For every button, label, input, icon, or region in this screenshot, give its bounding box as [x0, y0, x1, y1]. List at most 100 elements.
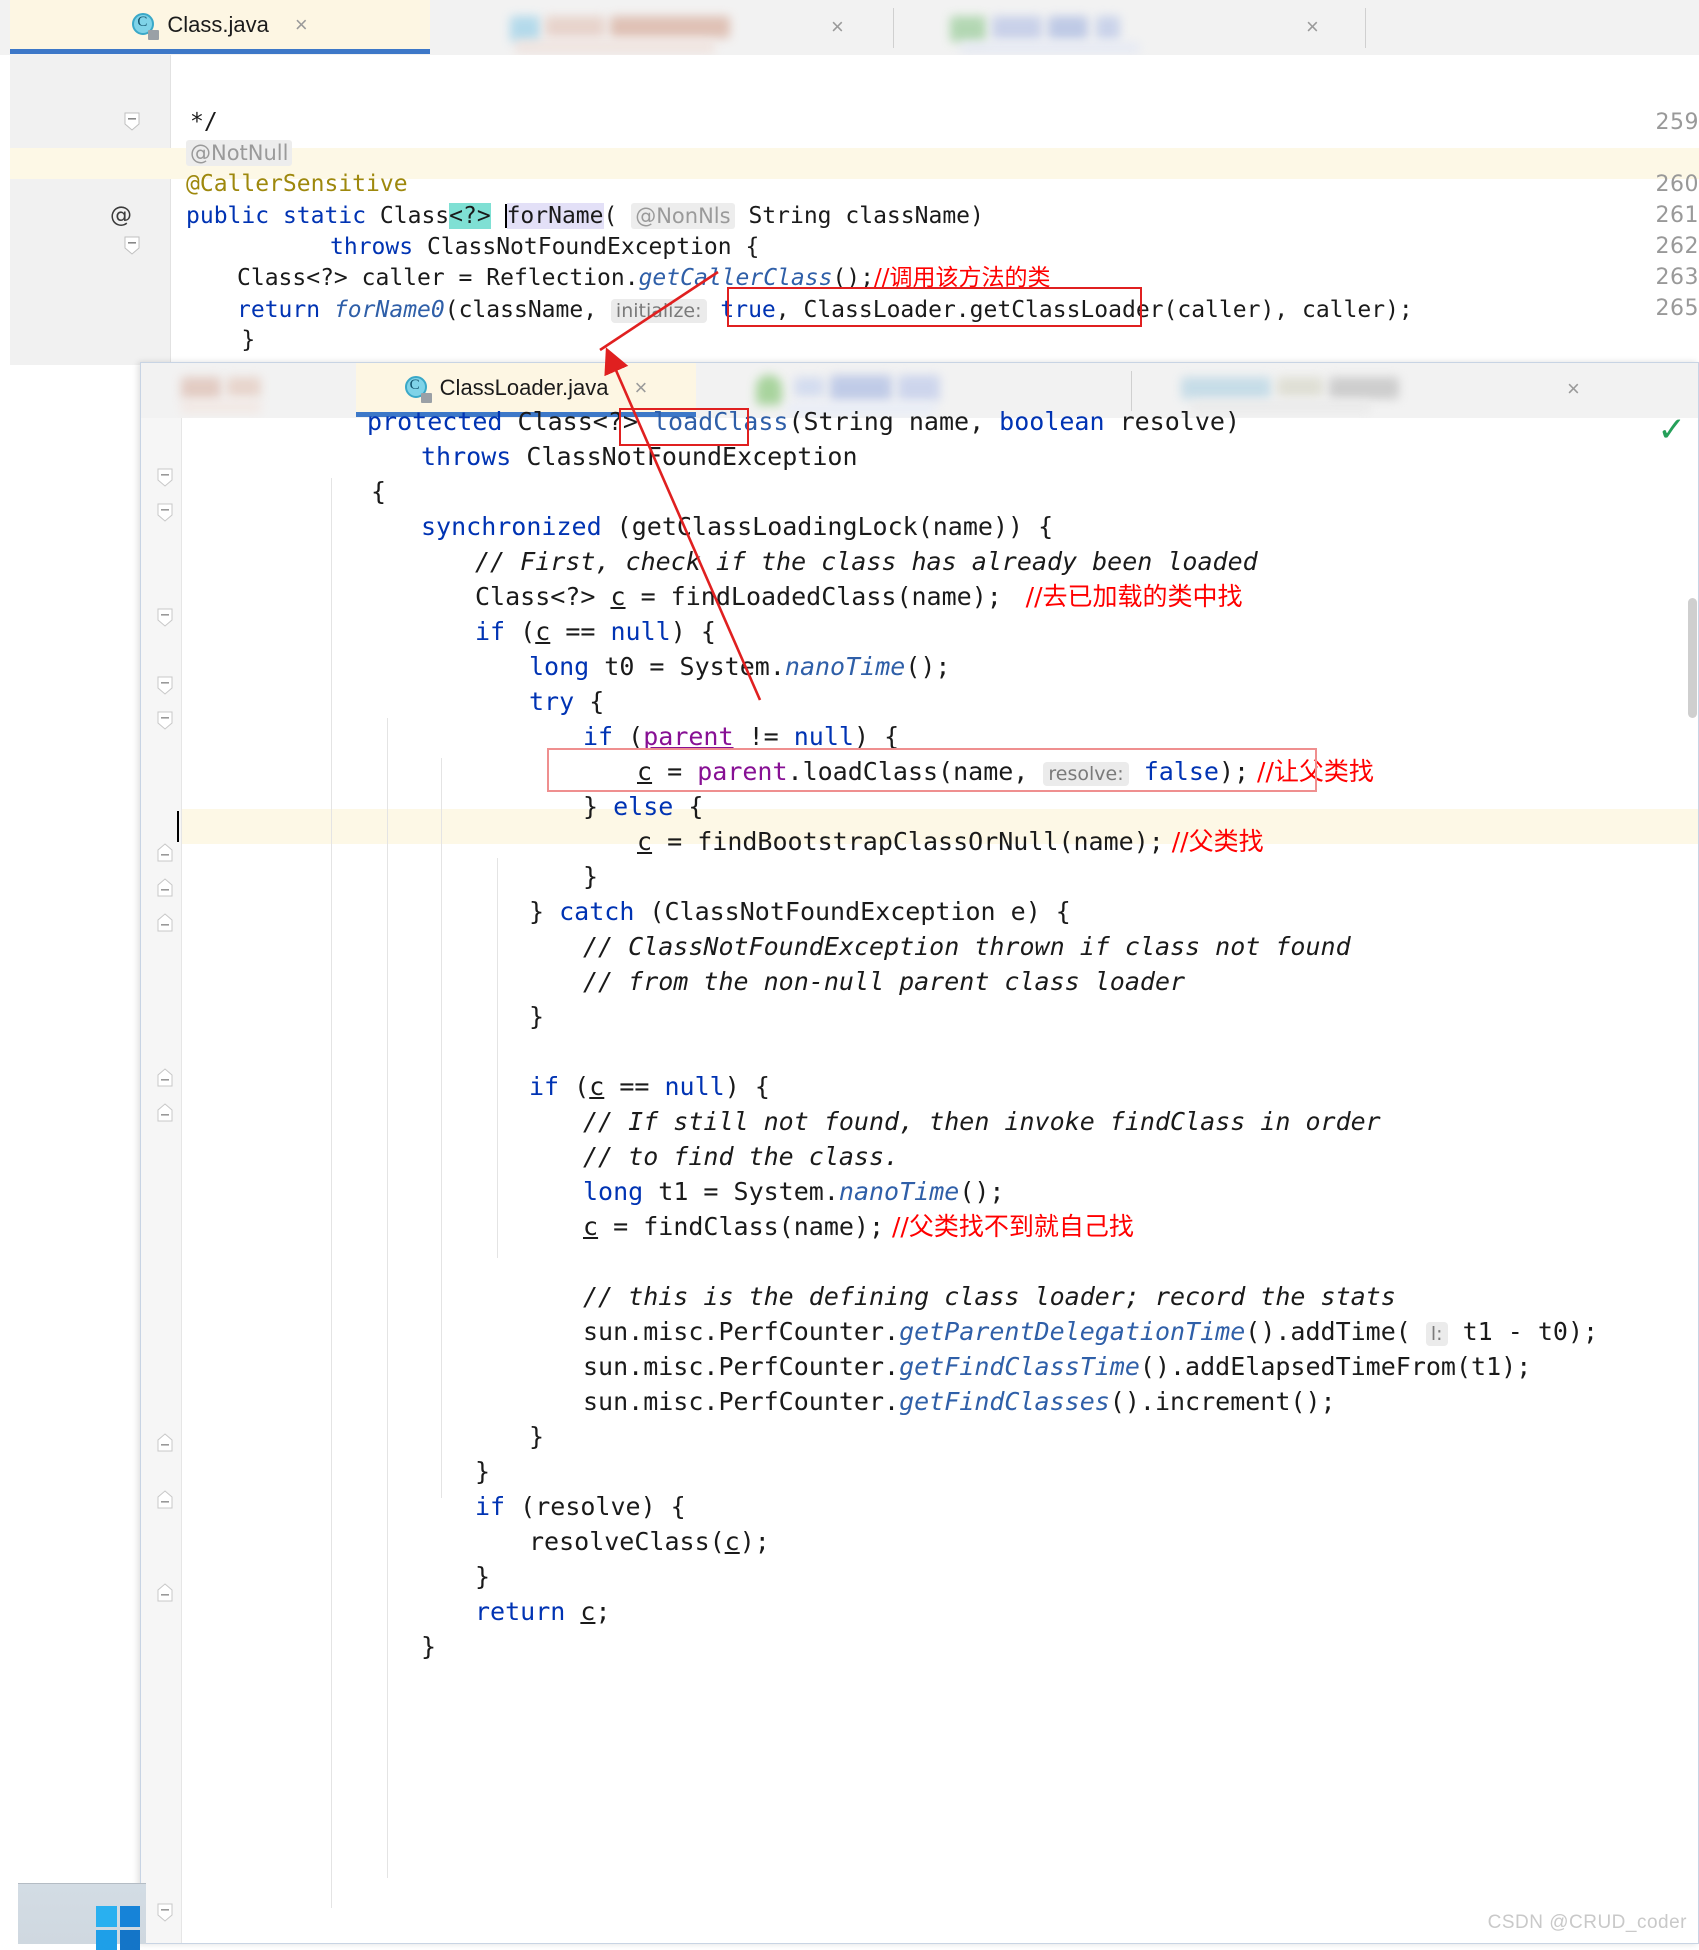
code-line-open-brace: { [371, 477, 387, 506]
param-type: String [748, 203, 832, 229]
kw-throws: throws [330, 234, 414, 260]
annotation-gutter-marker[interactable]: @ [110, 203, 132, 228]
code-line-t1: long t1 = System.nanoTime(); [583, 1177, 1005, 1206]
code-line-try: try { [529, 687, 605, 716]
code-line-synchronized: synchronized (getClassLoadingLock(name))… [421, 512, 1054, 541]
fold-collapse-icon[interactable] [154, 1903, 176, 1922]
close-icon[interactable]: × [831, 14, 844, 40]
initialize-hint: initialize: [610, 299, 707, 323]
code-line-findclass: c = findClass(name); //父类找不到就自己找 [583, 1212, 1134, 1241]
method-forname: forName [506, 203, 604, 229]
code-line-259: */ [190, 109, 218, 135]
code-line-perf-findclasstime: sun.misc.PerfCounter.getFindClassTime().… [583, 1352, 1532, 1381]
fold-collapse-icon[interactable] [154, 608, 176, 627]
line-number: 265 [1655, 296, 1699, 321]
tab-label: Class.java [167, 11, 269, 37]
code-line-findbootstrap: c = findBootstrapClassOrNull(name); //父类… [637, 827, 1264, 856]
code-line-return-c: return c; [475, 1597, 611, 1626]
code-line-263: Class<?> caller = Reflection.getCallerCl… [237, 263, 1051, 294]
boxed-classloader-expr: ClassLoader.getClassLoader(caller) [803, 297, 1275, 323]
fold-expand-icon[interactable] [154, 1583, 176, 1602]
close-icon[interactable]: × [295, 12, 308, 38]
code-line-if-c-null-2: if (c == null) { [529, 1072, 770, 1101]
close-icon[interactable]: × [1306, 14, 1319, 40]
kw-public: public [186, 203, 270, 229]
vertical-scrollbar-thumb[interactable] [1688, 598, 1697, 718]
code-line-close-4: } [475, 1457, 491, 1486]
code-comment-defining-loader: // this is the defining class loader; re… [583, 1282, 1396, 1311]
code-line-catch: } catch (ClassNotFoundException e) { [529, 897, 1071, 926]
fold-expand-icon[interactable] [154, 843, 176, 862]
fold-expand-icon[interactable] [154, 1068, 176, 1087]
fold-collapse-icon[interactable] [121, 236, 143, 255]
stmt-tail: (); [832, 265, 874, 291]
windows-logo-icon[interactable] [96, 1906, 140, 1950]
line-number: 263 [1655, 265, 1699, 290]
code-comment-still-not-found: // If still not found, then invoke findC… [583, 1107, 1381, 1136]
code-line-resolveclass: resolveClass(c); [529, 1527, 770, 1556]
nonnls-inlay: @NonNls [631, 203, 735, 229]
paren-close: ) [970, 203, 984, 229]
fold-collapse-icon[interactable] [154, 711, 176, 730]
code-line-close-6: } [421, 1632, 437, 1661]
close-icon[interactable]: × [634, 375, 647, 401]
code-line-if-parent: if (parent != null) { [583, 722, 900, 751]
fold-expand-icon[interactable] [154, 1433, 176, 1452]
code-line-close-1: } [583, 862, 599, 891]
editor-tab-bar-top: C Class.java × × × [0, 0, 1699, 56]
tab-blurred-1[interactable]: × [455, 0, 875, 54]
fold-collapse-icon[interactable] [154, 468, 176, 487]
fold-expand-icon[interactable] [154, 1103, 176, 1122]
line-number: 262 [1655, 234, 1699, 259]
code-line-264: return forName0(className, initialize: t… [237, 295, 1413, 327]
comma: , [775, 297, 790, 323]
code-line-260: @CallerSensitive [186, 171, 408, 197]
tab-class-java[interactable]: C Class.java × [10, 0, 430, 54]
code-comment-to-find-class: // to find the class. [583, 1142, 900, 1171]
code-line-close-2: } [529, 1002, 545, 1031]
text-caret [177, 811, 179, 842]
fold-expand-icon[interactable] [154, 1490, 176, 1509]
code-line-262: throws ClassNotFoundException { [330, 232, 759, 263]
fold-expand-icon[interactable] [154, 913, 176, 932]
stmt-text: Class<?> caller = Reflection. [237, 265, 639, 291]
tab-blurred-5[interactable]: × [1171, 363, 1631, 417]
tail: , caller); [1274, 297, 1413, 323]
close-icon[interactable]: × [1567, 376, 1580, 402]
tab-label: ClassLoader.java [439, 374, 609, 400]
line-number-gutter-bottom [141, 418, 181, 1943]
windows-taskbar[interactable] [18, 1883, 146, 1950]
code-comment-nonnull-parent: // from the non-null parent class loader [583, 967, 1186, 996]
line-number-gutter-top [10, 55, 170, 365]
code-line-t0: long t0 = System.nanoTime(); [529, 652, 951, 681]
code-line-perf-parentdelegation: sun.misc.PerfCounter.getParentDelegation… [583, 1317, 1599, 1346]
param-name: className [845, 203, 971, 229]
classloader-editor-body[interactable]: ✓ protected Class<?> loadClass(String na… [141, 407, 1698, 1943]
code-line-throws: throws ClassNotFoundException [421, 442, 858, 471]
code-line-perf-findclasses: sun.misc.PerfCounter.getFindClasses().in… [583, 1387, 1336, 1416]
code-line-261: public static Class<?> forName( @NonNls … [186, 201, 984, 232]
fold-collapse-icon[interactable] [154, 676, 176, 695]
classloader-java-window: × C ClassLoader.java × × [140, 362, 1699, 1944]
code-line-findloadedclass: Class<?> c = findLoadedClass(name); //去已… [475, 582, 1243, 611]
class-java-editor-body[interactable]: 259 260 261 262 263 265 @ */ @NotNull @C… [0, 55, 1699, 365]
notnull-inlay: @NotNull [186, 140, 293, 166]
code-line-close-3: } [529, 1422, 545, 1451]
literal-true: true [720, 297, 776, 323]
line-number: 261 [1655, 203, 1699, 228]
args: (className, [444, 297, 598, 323]
paren-open: ( [603, 203, 618, 229]
green-checkmark-icon[interactable]: ✓ [1658, 410, 1687, 450]
kw-return: return [237, 297, 321, 323]
code-line-close-5: } [475, 1562, 491, 1591]
code-comment-cnfe: // ClassNotFoundException thrown if clas… [583, 932, 1351, 961]
call-forname0: forName0 [333, 297, 445, 323]
code-line-if-resolve: if (resolve) { [475, 1492, 686, 1521]
fold-collapse-icon[interactable] [121, 112, 143, 131]
class-java-window: C Class.java × × × 259 260 261 262 263 2… [0, 0, 1699, 365]
fold-expand-icon[interactable] [154, 878, 176, 897]
code-line-265-partial: } [186, 327, 256, 353]
fold-collapse-icon[interactable] [154, 503, 176, 522]
tab-blurred-2[interactable]: × [920, 0, 1350, 54]
code-line-else: } else { [583, 792, 704, 821]
